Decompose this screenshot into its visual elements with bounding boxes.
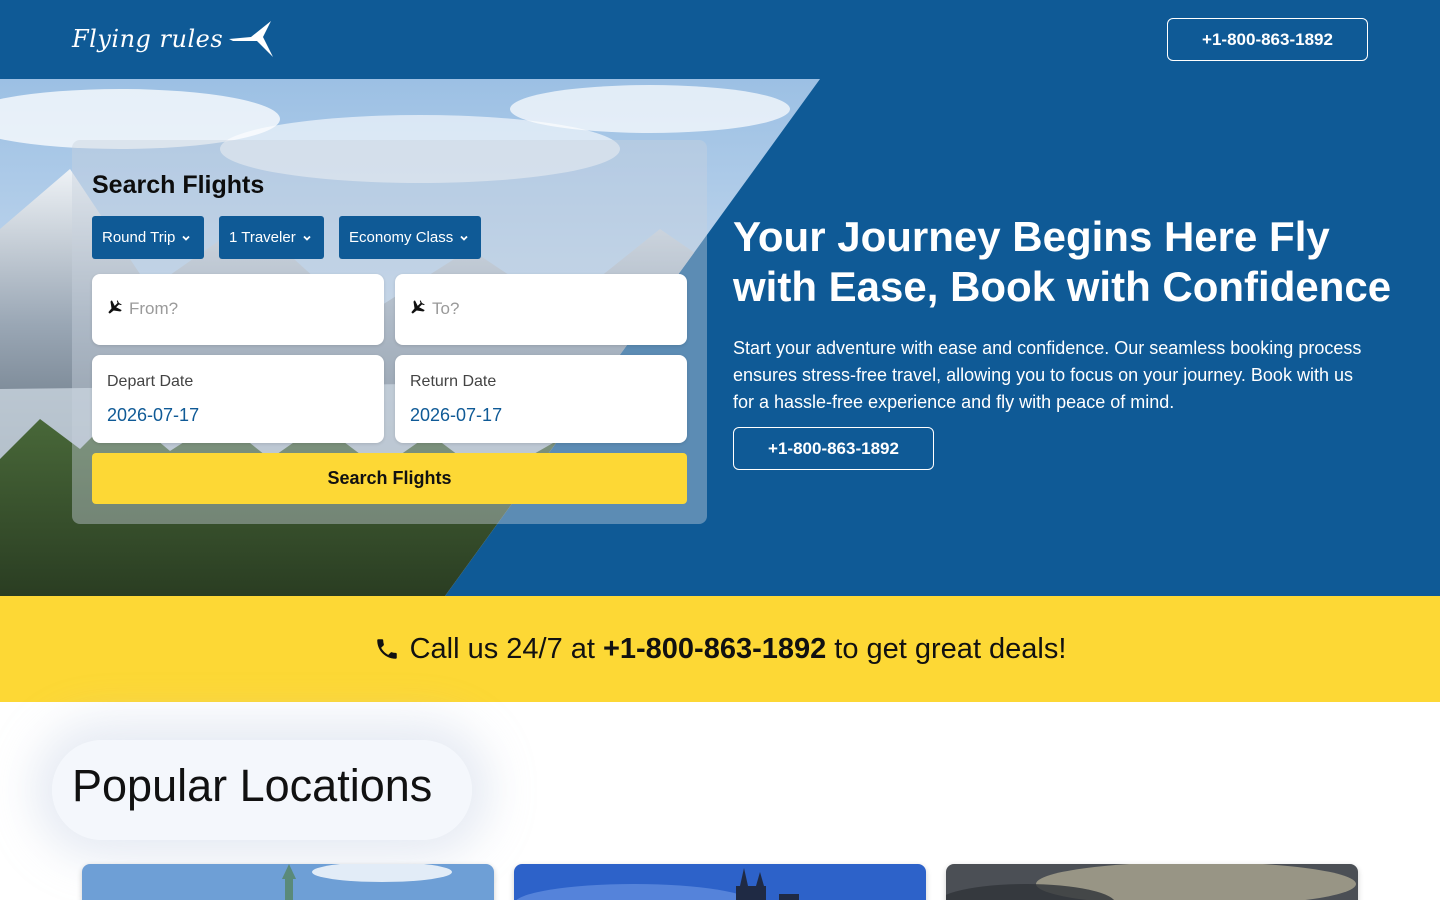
phone-icon [376,639,397,659]
travelers-label: 1 Traveler [229,229,296,246]
banner-phone-link[interactable]: +1-800-863-1892 [603,633,826,666]
depart-date-field[interactable]: Depart Date 2026-07-17 [92,355,384,443]
travelers-dropdown[interactable]: 1 Traveler [219,216,324,259]
chevron-down-icon [303,235,311,241]
hero-phone-button[interactable]: +1-800-863-1892 [733,427,934,470]
chevron-down-icon [460,235,468,241]
chevron-down-icon [182,235,191,241]
location-card-london[interactable] [514,864,926,900]
site-header: Flying rules +1-800-863-1892 [0,0,1440,79]
to-field[interactable]: To? [395,274,687,345]
cabin-class-dropdown[interactable]: Economy Class [339,216,481,259]
location-image [514,864,926,900]
cabin-class-label: Economy Class [349,229,454,246]
call-banner: Call us 24/7 at +1-800-863-1892 to get g… [0,596,1440,702]
trip-type-dropdown[interactable]: Round Trip [92,216,204,259]
logo-text: Flying rules [72,25,224,53]
hero-title: Your Journey Begins Here Fly with Ease, … [733,213,1392,310]
hero-section: Search Flights Round Trip 1 Traveler Eco… [0,79,1440,596]
depart-date-label: Depart Date [107,373,194,390]
location-image [82,864,494,900]
location-card-third[interactable] [946,864,1358,900]
header-phone-button[interactable]: +1-800-863-1892 [1167,18,1368,61]
hero-description: Start your adventure with ease and confi… [733,338,1362,412]
logo[interactable]: Flying rules [72,17,275,61]
banner-suffix: to get great deals! [834,632,1067,665]
location-image [946,864,1358,900]
popular-locations-title: Popular Locations [72,760,433,811]
depart-date-value[interactable]: 2026-07-17 [107,405,199,426]
from-field[interactable]: From? [92,274,384,345]
return-date-value[interactable]: 2026-07-17 [410,405,502,426]
search-flights-button[interactable]: Search Flights [92,453,687,504]
plane-icon [108,300,122,314]
to-placeholder: To? [432,299,460,318]
plane-icon [411,300,425,314]
return-date-field[interactable]: Return Date 2026-07-17 [395,355,687,443]
return-date-label: Return Date [410,373,497,390]
banner-prefix: Call us 24/7 at [409,632,595,665]
from-placeholder: From? [129,299,179,318]
search-title: Search Flights [92,171,265,199]
search-flights-panel: Search Flights Round Trip 1 Traveler Eco… [72,140,707,524]
location-card-new-york[interactable] [82,864,494,900]
trip-type-label: Round Trip [102,229,176,246]
plane-logo-icon [229,21,274,57]
